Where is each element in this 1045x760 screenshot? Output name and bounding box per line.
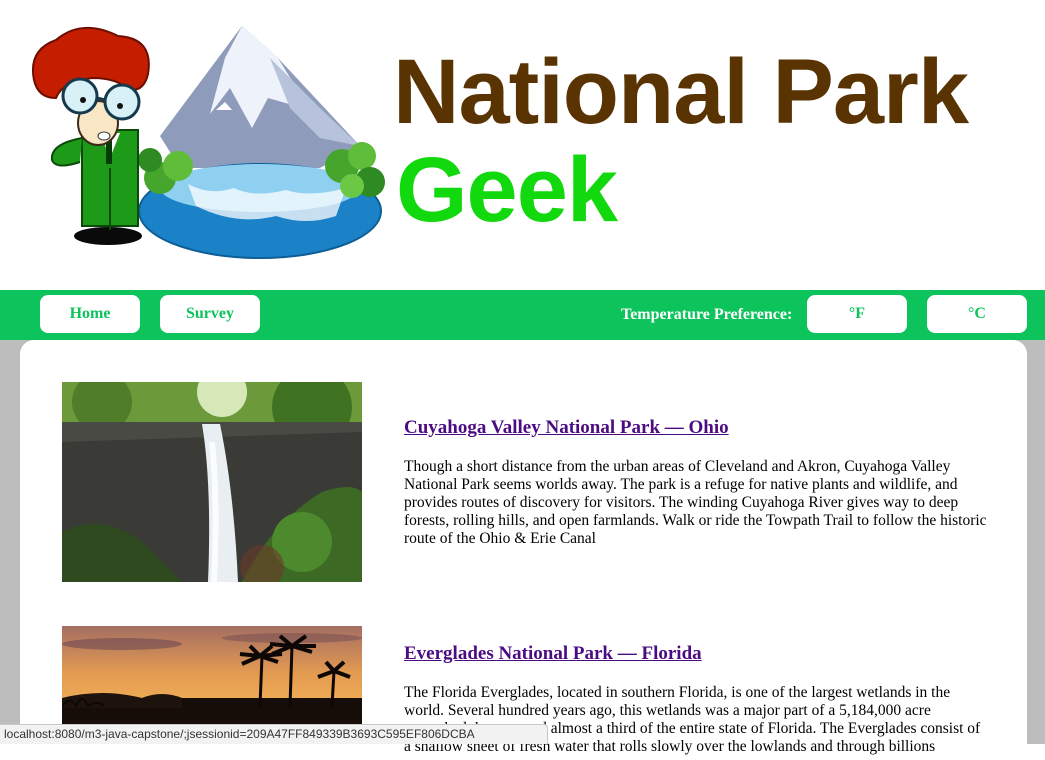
- park-description: Though a short distance from the urban a…: [404, 458, 987, 547]
- fahrenheit-button[interactable]: °F: [807, 295, 907, 333]
- site-header: National Park Geek: [0, 0, 1045, 290]
- survey-button[interactable]: Survey: [160, 295, 260, 333]
- national-park-geek-logo[interactable]: [20, 18, 390, 278]
- site-title-national-park: National Park: [393, 41, 969, 143]
- park-description: The Florida Everglades, located in south…: [404, 684, 981, 755]
- temperature-preference-label: Temperature Preference:: [621, 306, 793, 323]
- site-title-geek: Geek: [396, 139, 618, 241]
- park-title-link[interactable]: Cuyahoga Valley National Park — Ohio: [404, 417, 729, 439]
- home-button[interactable]: Home: [40, 295, 140, 333]
- park-title-link[interactable]: Everglades National Park — Florida: [404, 643, 702, 665]
- celsius-button[interactable]: °C: [927, 295, 1027, 333]
- browser-status-bar-url: localhost:8080/m3-java-capstone/;jsessio…: [0, 724, 548, 744]
- nav-bar: Home Survey Temperature Preference: °F °…: [0, 290, 1045, 340]
- park-image-cuyahoga[interactable]: [62, 382, 362, 582]
